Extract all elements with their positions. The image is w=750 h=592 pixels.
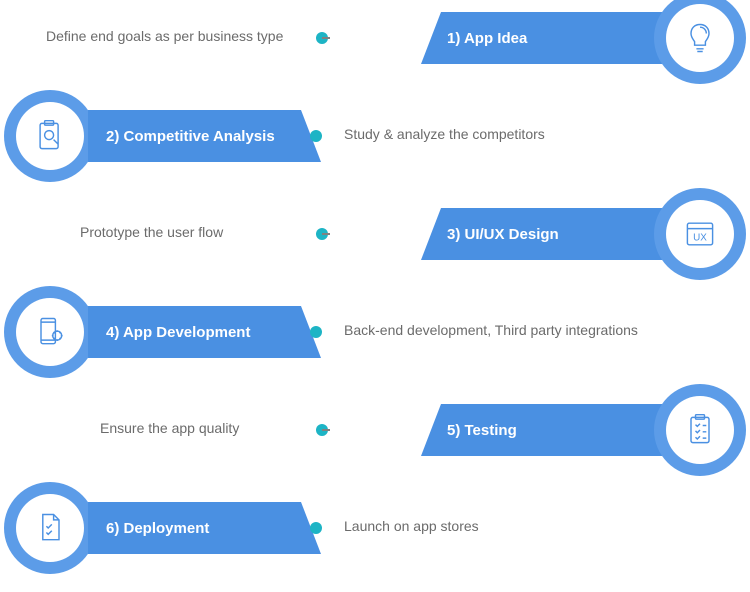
connector-line <box>322 233 330 235</box>
step-plaque: 6) Deployment <box>88 502 321 554</box>
step-desc: Study & analyze the competitors <box>344 126 545 142</box>
connector-dot <box>310 522 322 534</box>
connector-dot <box>310 130 322 142</box>
clipboard-search-icon <box>16 102 84 170</box>
step-plaque: 2) Competitive Analysis <box>88 110 321 162</box>
svg-text:UX: UX <box>693 232 707 243</box>
step-title: 4) App Development <box>106 324 250 341</box>
document-check-icon <box>16 494 84 562</box>
connector-dot <box>310 326 322 338</box>
step-title: 6) Deployment <box>106 520 209 537</box>
step-1: Define end goals as per business type 1)… <box>0 0 750 98</box>
step-title: 5) Testing <box>447 422 517 439</box>
connector-line <box>322 37 330 39</box>
step-desc: Back-end development, Third party integr… <box>344 322 638 338</box>
ux-browser-icon: UX <box>666 200 734 268</box>
step-3: Prototype the user flow 3) UI/UX Design … <box>0 196 750 294</box>
step-4: 4) App Development Back-end development,… <box>0 294 750 392</box>
step-5: Ensure the app quality 5) Testing <box>0 392 750 490</box>
phone-gear-icon <box>16 298 84 366</box>
step-2: 2) Competitive Analysis Study & analyze … <box>0 98 750 196</box>
step-plaque: 4) App Development <box>88 306 321 358</box>
lightbulb-brain-icon <box>666 4 734 72</box>
step-desc: Launch on app stores <box>344 518 479 534</box>
step-plaque: 1) App Idea <box>421 12 662 64</box>
step-desc: Ensure the app quality <box>100 420 239 436</box>
step-desc: Prototype the user flow <box>80 224 223 240</box>
step-plaque: 3) UI/UX Design <box>421 208 662 260</box>
checklist-clipboard-icon <box>666 396 734 464</box>
step-title: 2) Competitive Analysis <box>106 128 275 145</box>
step-6: 6) Deployment Launch on app stores <box>0 490 750 588</box>
step-title: 3) UI/UX Design <box>447 226 559 243</box>
step-plaque: 5) Testing <box>421 404 662 456</box>
step-desc: Define end goals as per business type <box>46 28 283 44</box>
step-title: 1) App Idea <box>447 30 527 47</box>
connector-line <box>322 429 330 431</box>
